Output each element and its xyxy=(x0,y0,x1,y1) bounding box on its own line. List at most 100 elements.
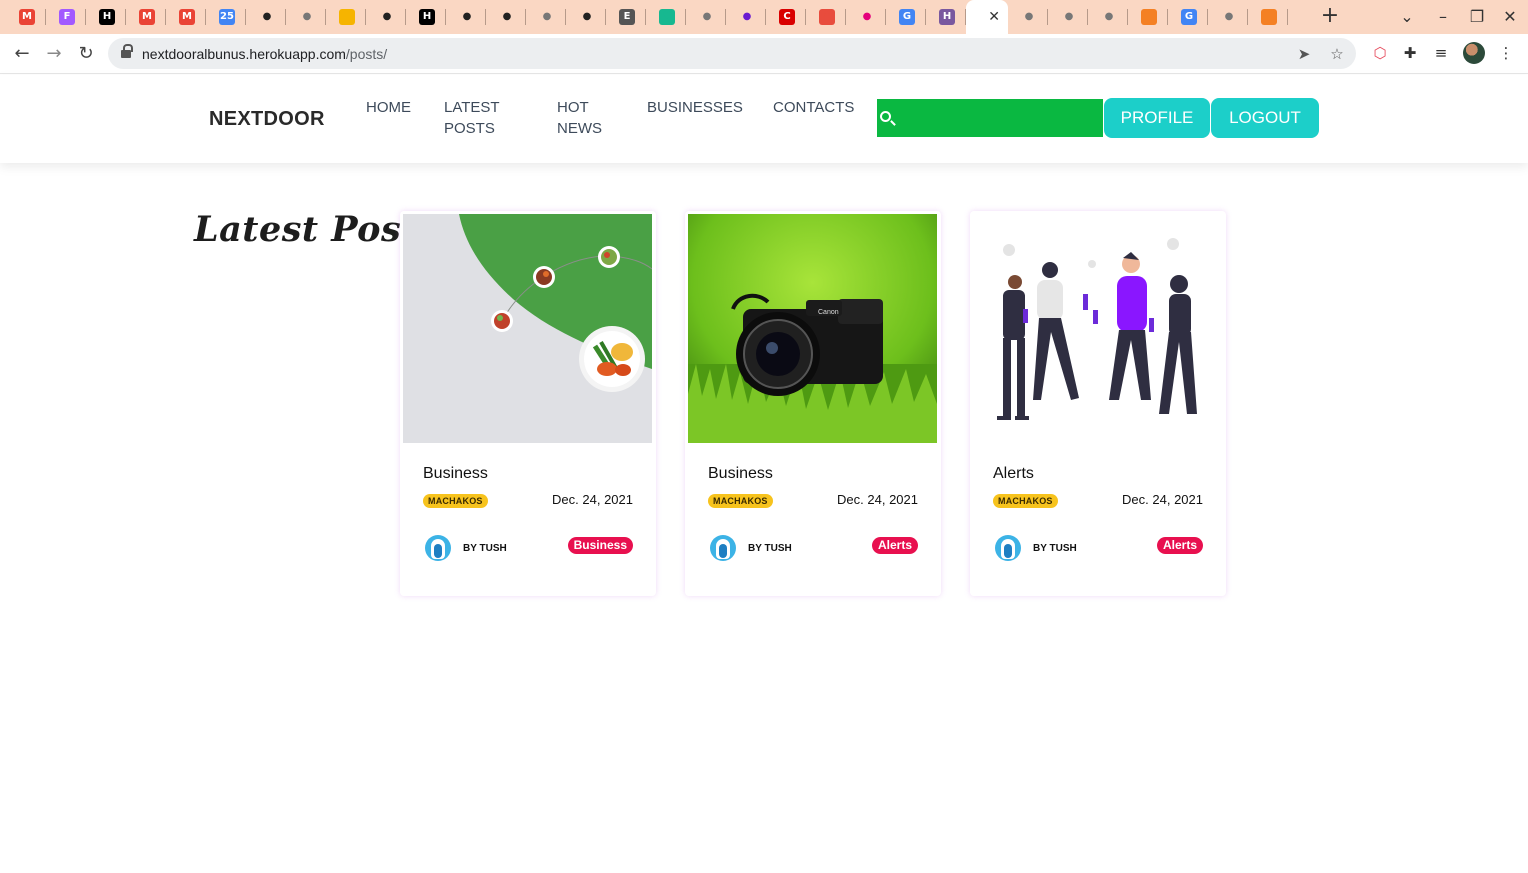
browser-tab[interactable]: F xyxy=(46,0,86,34)
tab-separator xyxy=(405,9,406,25)
tab-separator xyxy=(85,9,86,25)
browser-tab[interactable]: G xyxy=(1168,0,1208,34)
browser-tab[interactable]: ✱ xyxy=(806,0,846,34)
restore-icon[interactable]: ❐ xyxy=(1466,6,1488,28)
minimize-icon[interactable]: – xyxy=(1432,6,1454,28)
post-author: BY TUSH xyxy=(748,543,792,554)
browser-toolbar: ← → ↻ nextdooralbunus.herokuapp.com/post… xyxy=(0,34,1528,74)
post-tag[interactable]: Alerts xyxy=(1156,537,1203,554)
post-author: BY TUSH xyxy=(463,543,507,554)
profile-avatar[interactable] xyxy=(1463,42,1485,64)
tab-separator xyxy=(165,9,166,25)
browser-tab[interactable]: E xyxy=(606,0,646,34)
forward-arrow-icon[interactable]: → xyxy=(42,42,66,66)
heroku-icon: H xyxy=(939,9,955,25)
nav-businesses[interactable]: BUSINESSES xyxy=(647,97,757,118)
browser-tab[interactable]: M xyxy=(6,0,46,34)
browser-tab[interactable]: ● xyxy=(846,0,886,34)
browser-tab[interactable]: ● xyxy=(1208,0,1248,34)
browser-tab[interactable]: ● xyxy=(1008,0,1048,34)
c-icon: C xyxy=(779,9,795,25)
post-date: Dec. 24, 2021 xyxy=(837,492,918,507)
search-box xyxy=(877,99,1103,137)
tab-close-icon[interactable]: ✕ xyxy=(988,8,1000,26)
browser-tab[interactable]: ● xyxy=(686,0,726,34)
nav-hot-news[interactable]: HOT NEWS xyxy=(557,97,617,139)
browser-tab-active[interactable]: ✕ xyxy=(966,0,1008,34)
post-tag[interactable]: Business xyxy=(567,537,633,554)
reload-icon[interactable]: ↻ xyxy=(74,42,98,66)
post-image-camera[interactable]: Canon xyxy=(688,214,937,443)
browser-tab[interactable]: M xyxy=(126,0,166,34)
hackernoon-icon: H xyxy=(419,9,435,25)
reading-list-icon[interactable]: ≡ xyxy=(1430,42,1452,64)
github-icon: ● xyxy=(262,11,272,22)
tab-separator xyxy=(645,9,646,25)
profile-button[interactable]: PROFILE xyxy=(1104,98,1210,138)
extensions-puzzle-icon[interactable]: ✚ xyxy=(1399,42,1421,64)
browser-tab[interactable]: ● xyxy=(286,0,326,34)
browser-tab[interactable]: ● xyxy=(566,0,606,34)
author-avatar xyxy=(995,535,1021,561)
browser-tab[interactable]: ● xyxy=(246,0,286,34)
browser-tab[interactable]: H xyxy=(406,0,446,34)
post-card[interactable]: Canon Business MACHAKOS Dec. 24, 2021 BY… xyxy=(685,211,941,596)
menu-dots-icon[interactable]: ⋮ xyxy=(1495,42,1517,64)
bookmark-star-icon[interactable]: ☆ xyxy=(1327,44,1347,64)
globe-icon: ● xyxy=(1224,11,1234,22)
browser-tab[interactable]: ● xyxy=(446,0,486,34)
nav-latest-posts[interactable]: LATEST POSTS xyxy=(444,97,524,139)
url-text[interactable]: nextdooralbunus.herokuapp.com/posts/ xyxy=(142,46,387,62)
browser-tab[interactable]: ● xyxy=(526,0,566,34)
browser-tab[interactable]: ● xyxy=(366,0,406,34)
window-close-icon[interactable]: ✕ xyxy=(1499,6,1521,28)
lock-icon[interactable] xyxy=(121,44,133,59)
nav-contacts[interactable]: CONTACTS xyxy=(773,97,863,118)
post-tag[interactable]: Alerts xyxy=(871,537,918,554)
send-tab-icon[interactable]: ➤ xyxy=(1294,44,1314,64)
search-icon[interactable] xyxy=(880,111,891,122)
browser-tab[interactable]: G xyxy=(886,0,926,34)
post-image-people-toasting[interactable] xyxy=(973,214,1222,443)
search-input[interactable] xyxy=(897,99,1097,137)
browser-tab[interactable]: ● xyxy=(726,0,766,34)
logout-button[interactable]: LOGOUT xyxy=(1211,98,1319,138)
location-badge: MACHAKOS xyxy=(708,494,773,508)
browser-tab[interactable]: 25 xyxy=(206,0,246,34)
github-icon: ● xyxy=(582,11,592,22)
browser-tab[interactable]: ● xyxy=(1088,0,1128,34)
back-arrow-icon[interactable]: ← xyxy=(10,42,34,66)
brand-logo[interactable]: NEXTDOOR xyxy=(209,107,325,131)
post-category[interactable]: Business xyxy=(423,464,488,484)
browser-tab[interactable]: M xyxy=(166,0,206,34)
tab-search-chevron-icon[interactable]: ⌄ xyxy=(1396,6,1418,28)
browser-tab[interactable]: H xyxy=(86,0,126,34)
browser-tab[interactable]: ▲ xyxy=(326,0,366,34)
nav-home[interactable]: HOME xyxy=(366,97,426,118)
svg-text:Canon: Canon xyxy=(818,309,839,316)
google-icon: G xyxy=(1181,9,1197,25)
extension-badge-icon[interactable]: ⬡ xyxy=(1369,42,1391,64)
post-category[interactable]: Business xyxy=(708,464,773,484)
tab-separator xyxy=(845,9,846,25)
new-tab-button[interactable]: + xyxy=(1318,4,1342,28)
tab-separator xyxy=(1167,9,1168,25)
address-bar[interactable]: nextdooralbunus.herokuapp.com/posts/ ➤ ☆ xyxy=(108,38,1356,69)
post-card[interactable]: Alerts MACHAKOS Dec. 24, 2021 BY TUSH Al… xyxy=(970,211,1226,596)
browser-tab[interactable]: H xyxy=(926,0,966,34)
tab-separator xyxy=(125,9,126,25)
browser-tab[interactable]: ♥ xyxy=(646,0,686,34)
post-image-food-delivery[interactable] xyxy=(403,214,652,443)
post-category[interactable]: Alerts xyxy=(993,464,1034,484)
browser-tab[interactable]: ● xyxy=(486,0,526,34)
hackernoon-icon: H xyxy=(99,9,115,25)
github-icon: ● xyxy=(462,11,472,22)
tab-separator xyxy=(885,9,886,25)
post-card[interactable]: Business MACHAKOS Dec. 24, 2021 BY TUSH … xyxy=(400,211,656,596)
browser-tab[interactable]: ≡ xyxy=(1248,0,1288,34)
tab-separator xyxy=(925,9,926,25)
browser-tab[interactable]: C xyxy=(766,0,806,34)
browser-tab[interactable]: ● xyxy=(1048,0,1088,34)
post-date: Dec. 24, 2021 xyxy=(1122,492,1203,507)
browser-tab[interactable]: ≡ xyxy=(1128,0,1168,34)
